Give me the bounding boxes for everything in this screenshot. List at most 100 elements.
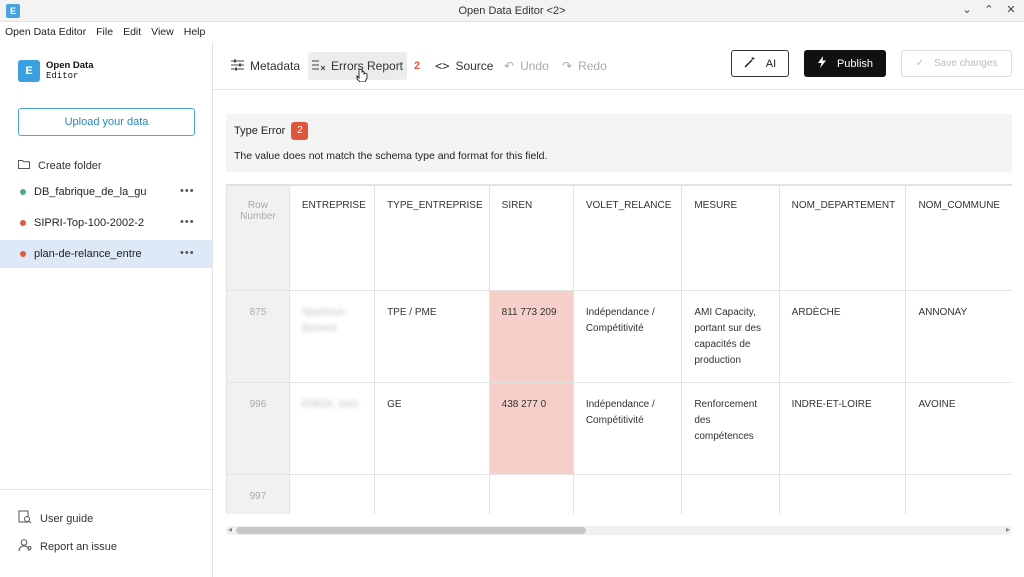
table-cell[interactable]: AMI Capacity, portant sur des capacités …: [681, 290, 780, 383]
more-options-icon[interactable]: •••: [180, 247, 195, 259]
table-cell[interactable]: AVOINE: [905, 382, 1012, 475]
table-cell[interactable]: [905, 474, 1012, 514]
user-guide-label: User guide: [40, 512, 94, 525]
redo-label: Redo: [578, 59, 607, 73]
sidebar: E Open Data Editor Upload your data Crea…: [0, 42, 213, 577]
error-cell[interactable]: 811 773 209: [488, 290, 574, 383]
close-icon[interactable]: ✕: [1006, 3, 1016, 16]
lightning-icon: [817, 56, 827, 71]
column-header[interactable]: TYPE_ENTREPRISE: [374, 185, 490, 291]
maximize-icon[interactable]: ⌃: [984, 3, 994, 16]
file-name: DB_fabrique_de_la_gu: [34, 186, 147, 198]
file-item-db-fabrique[interactable]: DB_fabrique_de_la_gu •••: [0, 178, 212, 206]
table-cell[interactable]: GE: [374, 382, 490, 475]
scroll-left-icon[interactable]: ◂: [228, 525, 232, 534]
create-folder-button[interactable]: Create folder: [18, 159, 102, 172]
menu-app[interactable]: Open Data Editor: [5, 26, 86, 38]
cell-value: ENEDI, SAS: [301, 399, 359, 410]
save-changes-label: Save changes: [934, 58, 998, 69]
magic-wand-icon: [744, 56, 756, 71]
cell-value: Sporticus-Biomed: [301, 307, 347, 334]
table-cell[interactable]: ANNONAY: [905, 290, 1012, 383]
table-header-row: Row Number ENTREPRISE TYPE_ENTREPRISE SI…: [226, 185, 1012, 291]
upload-data-button[interactable]: Upload your data: [18, 108, 195, 136]
create-folder-label: Create folder: [38, 159, 102, 172]
user-guide-link[interactable]: User guide: [18, 510, 93, 527]
tab-source[interactable]: <> Source: [431, 52, 497, 80]
mouse-cursor-icon: [356, 68, 368, 85]
horizontal-scrollbar[interactable]: ◂ ▸: [226, 525, 1012, 535]
publish-button[interactable]: Publish: [804, 50, 886, 77]
title-bar: E Open Data Editor <2> ⌄ ⌃ ✕: [0, 0, 1024, 22]
table-cell[interactable]: Indépendance / Compétitivité: [572, 290, 683, 383]
more-options-icon[interactable]: •••: [180, 185, 195, 197]
error-cell[interactable]: 438 277 0: [488, 382, 574, 475]
logo-title: Open Data: [46, 60, 94, 71]
table-cell[interactable]: TPE / PME: [374, 290, 490, 383]
ai-button[interactable]: AI: [731, 50, 789, 77]
column-header[interactable]: NOM_COMMUNE: [905, 185, 1012, 291]
folder-icon: [18, 159, 30, 172]
user-report-icon: [18, 538, 32, 555]
status-dot-icon: [20, 251, 26, 257]
table-cell[interactable]: INDRE-ET-LOIRE: [778, 382, 907, 475]
redo-icon: ↷: [562, 59, 573, 73]
error-count-badge: 2: [291, 122, 309, 140]
errors-count-badge: 2: [406, 52, 428, 80]
status-dot-icon: [20, 189, 26, 195]
file-name: plan-de-relance_entre: [34, 248, 142, 260]
window-controls: ⌄ ⌃ ✕: [962, 3, 1016, 16]
undo-label: Undo: [520, 59, 549, 73]
table-row: 875 Sporticus-Biomed TPE / PME 811 773 2…: [226, 290, 1012, 383]
menu-bar: Open Data Editor File Edit View Help: [0, 22, 1024, 42]
table-cell[interactable]: Renforcement des compétences: [681, 382, 780, 475]
check-icon: ✓: [915, 58, 924, 69]
errors-count: 2: [410, 60, 425, 72]
app-logo: E Open Data Editor: [18, 60, 94, 82]
tab-metadata[interactable]: Metadata: [227, 52, 304, 80]
error-list-icon: [312, 59, 326, 74]
table-cell[interactable]: [488, 474, 574, 514]
table-cell[interactable]: [288, 474, 376, 514]
file-name: SIPRI-Top-100-2002-2: [34, 217, 145, 229]
menu-file[interactable]: File: [96, 26, 113, 38]
ai-label: AI: [765, 57, 777, 70]
table-cell[interactable]: Indépendance / Compétitivité: [572, 382, 683, 475]
table-cell[interactable]: [374, 474, 490, 514]
table-cell[interactable]: [681, 474, 780, 514]
report-issue-link[interactable]: Report an issue: [18, 538, 117, 555]
menu-help[interactable]: Help: [184, 26, 206, 38]
file-item-plan-de-relance[interactable]: plan-de-relance_entre •••: [0, 240, 212, 268]
tab-metadata-label: Metadata: [250, 59, 301, 73]
scrollbar-thumb[interactable]: [236, 527, 586, 534]
menu-view[interactable]: View: [151, 26, 174, 38]
table-cell[interactable]: ARDÈCHE: [778, 290, 907, 383]
sidebar-divider: [0, 489, 212, 490]
more-options-icon[interactable]: •••: [180, 216, 195, 228]
column-header[interactable]: VOLET_RELANCE: [572, 185, 683, 291]
window-title: Open Data Editor <2>: [458, 5, 566, 17]
table-cell[interactable]: Sporticus-Biomed: [288, 290, 376, 383]
table-cell[interactable]: ENEDI, SAS: [288, 382, 376, 475]
book-search-icon: [18, 510, 32, 527]
table-cell[interactable]: [572, 474, 683, 514]
column-header[interactable]: NOM_DEPARTEMENT: [778, 185, 907, 291]
logo-icon: E: [18, 60, 40, 82]
sliders-icon: [231, 59, 244, 74]
menu-edit[interactable]: Edit: [123, 26, 141, 38]
table-cell[interactable]: [778, 474, 907, 514]
column-header[interactable]: ENTREPRISE: [288, 185, 376, 291]
error-title: Type Error 2: [234, 122, 309, 140]
save-changes-button[interactable]: ✓ Save changes: [901, 50, 1012, 77]
minimize-icon[interactable]: ⌄: [962, 3, 972, 16]
error-type-label: Type Error: [234, 125, 286, 137]
redo-button[interactable]: ↷ Redo: [558, 52, 611, 80]
column-header[interactable]: MESURE: [681, 185, 780, 291]
file-item-sipri[interactable]: SIPRI-Top-100-2002-2 •••: [0, 209, 212, 237]
column-header[interactable]: SIREN: [488, 185, 574, 291]
undo-button[interactable]: ↶ Undo: [500, 52, 553, 80]
error-panel: Type Error 2 The value does not match th…: [226, 114, 1012, 172]
table-row: 997: [226, 474, 1012, 514]
data-grid: Row Number ENTREPRISE TYPE_ENTREPRISE SI…: [226, 184, 1012, 514]
scroll-right-icon[interactable]: ▸: [1006, 525, 1010, 534]
